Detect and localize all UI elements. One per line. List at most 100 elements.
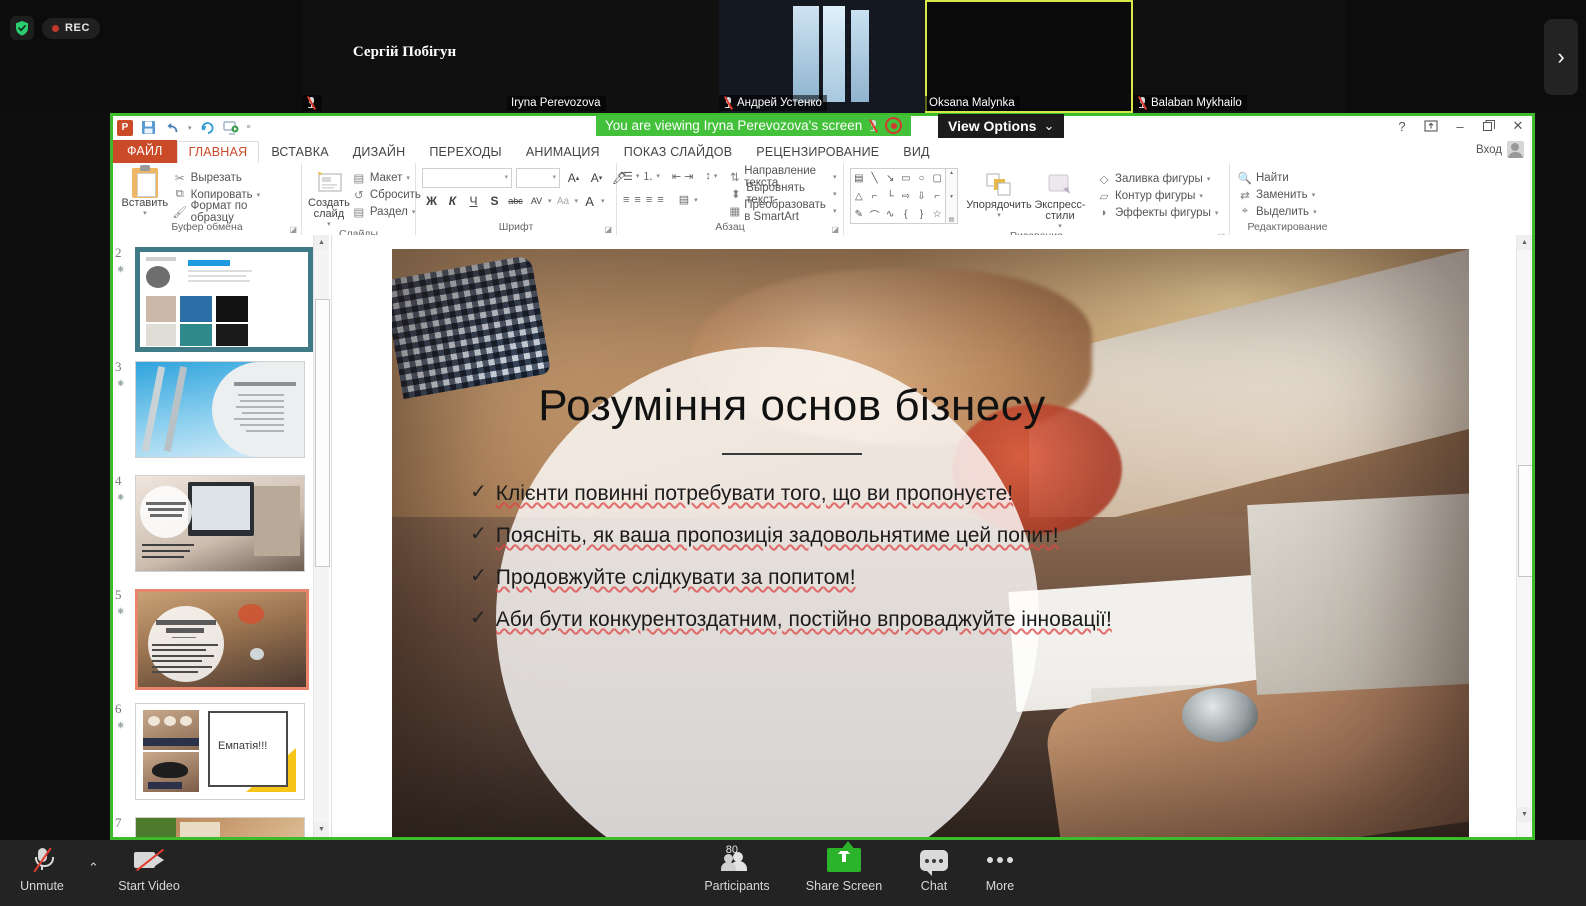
font-name-input[interactable]: ▾	[422, 168, 512, 188]
font-size-input[interactable]: ▾	[516, 168, 560, 188]
shape-curve[interactable]: ⌒	[867, 205, 883, 223]
scroll-up-icon[interactable]: ▲	[1517, 235, 1532, 250]
replace-dropdown-icon[interactable]: ▾	[1312, 191, 1316, 199]
font-color-button[interactable]: A	[580, 192, 599, 210]
decrease-indent-icon[interactable]: ⇤	[672, 170, 681, 183]
view-options-button[interactable]: View Options ⌄	[938, 114, 1064, 138]
reset-button[interactable]: ↺ Сбросить	[350, 186, 423, 203]
slide-thumbnail-pane[interactable]: 2 ✷	[113, 235, 332, 837]
bullets-dropdown-icon[interactable]: ▾	[636, 172, 640, 180]
close-button[interactable]: ✕	[1510, 118, 1526, 134]
current-slide[interactable]: Розуміння основ бізнесу ✓ Клієнти повинн…	[392, 249, 1469, 837]
line-spacing-icon[interactable]: ↕	[705, 170, 711, 182]
columns-icon[interactable]: ▤	[679, 193, 689, 206]
tab-design[interactable]: ДИЗАЙН	[341, 142, 418, 163]
font-dialog-launcher-icon[interactable]: ◪	[604, 225, 612, 234]
scrollbar-thumb[interactable]	[1518, 465, 1532, 577]
video-tile-oksana[interactable]: Oksana Malynka	[925, 0, 1133, 113]
numbering-dropdown-icon[interactable]: ▾	[656, 172, 660, 180]
arrange-button[interactable]: Упорядочить ▾	[967, 168, 1031, 219]
select-dropdown-icon[interactable]: ▾	[1313, 208, 1317, 216]
layout-dropdown-icon[interactable]: ▾	[406, 174, 410, 182]
tab-slideshow[interactable]: ПОКАЗ СЛАЙДОВ	[612, 142, 744, 163]
shape-triangle[interactable]: △	[851, 187, 867, 205]
tab-transitions[interactable]: ПЕРЕХОДЫ	[417, 142, 514, 163]
shape-elbow-connector[interactable]: ⌐	[867, 187, 883, 205]
slide-thumbnail-5[interactable]: 5 ✷	[135, 589, 305, 690]
shape-effects-button[interactable]: ◗ Эффекты фигуры ▾	[1095, 204, 1220, 221]
paste-button[interactable]: Вставить ▾	[119, 166, 171, 217]
help-button[interactable]: ?	[1394, 118, 1410, 134]
shape-down-arrow[interactable]: ⇩	[914, 187, 930, 205]
shapes-grid[interactable]: ▤ ╲ ↘ ▭ ○ ▢ △ ⌐ └ ⇨ ⇩ ⌐ ✎	[850, 168, 946, 224]
case-dropdown-icon[interactable]: ▾	[575, 197, 579, 205]
shapes-scroll-down-icon[interactable]: ▾	[950, 193, 953, 200]
convert-to-smartart-button[interactable]: ▦ Преобразовать в SmartArt ▾	[727, 202, 838, 219]
tab-insert[interactable]: ВСТАВКА	[259, 142, 340, 163]
video-tile-balaban[interactable]: Balaban Mykhailo	[1133, 0, 1345, 113]
justify-icon[interactable]: ≡	[657, 194, 663, 206]
start-slideshow-icon[interactable]	[223, 119, 240, 136]
shape-arc[interactable]: ∿	[882, 205, 898, 223]
slide-thumbnail-4[interactable]: 4 ✷	[135, 475, 305, 572]
strikethrough-button[interactable]: abc	[506, 192, 525, 210]
text-shadow-button[interactable]: S	[485, 192, 504, 210]
participants-button[interactable]: 80 Participants	[695, 846, 779, 893]
slide-thumbnail-2[interactable]: 2 ✷	[135, 247, 305, 352]
shape-effects-dropdown-icon[interactable]: ▾	[1215, 209, 1219, 217]
clipboard-dialog-launcher-icon[interactable]: ◪	[289, 225, 297, 234]
replace-button[interactable]: ⇄ Заменить ▾	[1236, 186, 1319, 203]
align-right-icon[interactable]: ≡	[646, 194, 652, 206]
smartart-dropdown-icon[interactable]: ▾	[833, 207, 837, 215]
format-painter-button[interactable]: 🖌 Формат по образцу	[171, 203, 295, 220]
shape-elbow-connector-2[interactable]: └	[882, 187, 898, 205]
tab-view[interactable]: ВИД	[891, 142, 941, 163]
tab-home[interactable]: ГЛАВНАЯ	[177, 141, 260, 163]
undo-dropdown-icon[interactable]: ▾	[188, 124, 192, 132]
slide-editing-pane[interactable]: Розуміння основ бізнесу ✓ Клієнти повинн…	[332, 235, 1532, 837]
shape-oval[interactable]: ○	[914, 169, 930, 187]
quick-styles-dropdown-icon[interactable]: ▾	[1058, 222, 1062, 230]
cut-button[interactable]: ✂ Вырезать	[171, 169, 295, 186]
minimize-button[interactable]: –	[1452, 118, 1468, 134]
restore-button[interactable]	[1481, 118, 1497, 134]
paragraph-dialog-launcher-icon[interactable]: ◪	[831, 225, 839, 234]
recording-indicator[interactable]: REC	[42, 18, 100, 39]
tab-animations[interactable]: АНИМАЦИЯ	[514, 142, 612, 163]
align-left-icon[interactable]: ≡	[623, 194, 629, 206]
start-video-button[interactable]: Start Video	[107, 846, 191, 893]
shapes-scroll-up-icon[interactable]: ▴	[950, 169, 953, 176]
signin-area[interactable]: Вход	[1476, 141, 1524, 158]
shape-left-brace[interactable]: {	[898, 205, 914, 223]
recording-icon[interactable]	[885, 117, 902, 134]
shape-freeform[interactable]: ✎	[851, 205, 867, 223]
customize-qat-icon[interactable]: ≡	[247, 124, 251, 131]
video-tile-andrey[interactable]: Андрей Устенко	[719, 0, 925, 113]
copy-dropdown-icon[interactable]: ▾	[257, 191, 261, 199]
avatar[interactable]	[1507, 141, 1524, 158]
decrease-font-size-button[interactable]: A▾	[587, 169, 606, 187]
shape-outline-dropdown-icon[interactable]: ▾	[1199, 192, 1203, 200]
filmstrip-next-button[interactable]: ›	[1544, 19, 1578, 95]
slide-text-content[interactable]: Розуміння основ бізнесу ✓ Клієнти повинн…	[452, 381, 1132, 649]
video-tile-iryna[interactable]: Iryna Perevozova	[507, 0, 719, 113]
bold-button[interactable]: Ж	[422, 192, 441, 210]
shapes-scrollbar[interactable]: ▴ ▾ ▤	[946, 168, 958, 224]
shapes-gallery[interactable]: ▤ ╲ ↘ ▭ ○ ▢ △ ⌐ └ ⇨ ⇩ ⌐ ✎	[850, 168, 958, 224]
arrange-dropdown-icon[interactable]: ▾	[997, 211, 1001, 219]
unmute-button[interactable]: Unmute	[0, 846, 84, 893]
share-screen-button[interactable]: Share Screen	[802, 846, 886, 893]
scrollbar-thumb[interactable]	[315, 299, 330, 567]
scroll-up-icon[interactable]: ▲	[314, 235, 329, 250]
spacing-dropdown-icon[interactable]: ▾	[548, 197, 552, 205]
shape-rectangle[interactable]: ▭	[898, 169, 914, 187]
section-dropdown-icon[interactable]: ▾	[412, 208, 416, 216]
undo-icon[interactable]	[164, 119, 181, 136]
underline-button[interactable]: Ч	[464, 192, 483, 210]
encryption-shield-icon[interactable]	[10, 16, 34, 40]
font-color-dropdown-icon[interactable]: ▾	[601, 197, 605, 205]
quick-styles-button[interactable]: Экспресс-стили ▾	[1031, 168, 1089, 230]
shape-fill-dropdown-icon[interactable]: ▾	[1207, 175, 1211, 183]
shape-rounded-rect[interactable]: ▢	[929, 169, 945, 187]
shape-textbox[interactable]: ▤	[851, 169, 867, 187]
